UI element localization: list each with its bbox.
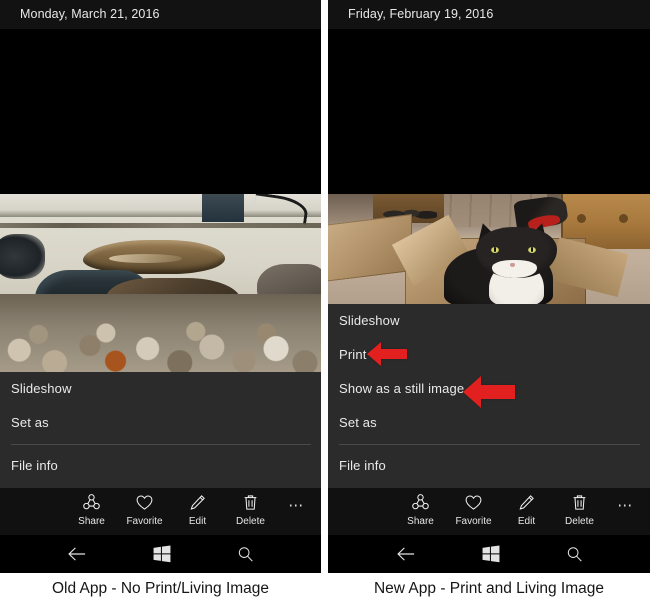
caption-new-app: New App - Print and Living Image	[328, 573, 650, 603]
share-icon	[394, 493, 447, 514]
photo-viewer-letterbox-old	[0, 29, 321, 194]
pencil-icon	[500, 493, 553, 514]
caption-strip: Old App - No Print/Living Image New App …	[0, 573, 650, 603]
favorite-button[interactable]: Favorite	[118, 488, 171, 527]
back-arrow-icon[interactable]	[66, 545, 88, 563]
system-nav-bar-new	[328, 535, 650, 573]
menu-item-slideshow[interactable]: Slideshow	[0, 372, 321, 406]
still-image-callout-arrow	[463, 375, 515, 414]
caption-old-app: Old App - No Print/Living Image	[0, 573, 321, 603]
app-header-new: Friday, February 19, 2016	[328, 0, 650, 29]
trash-icon	[553, 493, 606, 514]
photo-date-label: Monday, March 21, 2016	[20, 7, 160, 21]
heart-icon	[447, 493, 500, 514]
aquarium-artwork	[0, 194, 321, 372]
heart-icon	[118, 493, 171, 514]
favorite-label: Favorite	[118, 516, 171, 527]
print-callout-arrow	[367, 341, 407, 372]
cat-artwork	[328, 194, 650, 304]
photo-aquarium[interactable]	[0, 194, 321, 372]
more-options-button[interactable]: ⋯	[606, 488, 646, 519]
windows-logo-icon[interactable]	[482, 545, 500, 563]
delete-label: Delete	[224, 516, 277, 527]
command-bar-old: Share Favorite Edit	[0, 488, 321, 535]
menu-separator	[339, 444, 640, 445]
system-nav-bar-old	[0, 535, 321, 573]
app-header-old: Monday, March 21, 2016	[0, 0, 321, 29]
share-label: Share	[65, 516, 118, 527]
tank-rock-top	[83, 240, 224, 274]
edit-button[interactable]: Edit	[500, 488, 553, 527]
tank-shadow	[0, 234, 45, 279]
cat-eye-right	[528, 247, 536, 253]
share-button[interactable]: Share	[65, 488, 118, 527]
photo-date-label: Friday, February 19, 2016	[348, 7, 493, 21]
share-icon	[65, 493, 118, 514]
share-label: Share	[394, 516, 447, 527]
comparison-screenshot: Monday, March 21, 2016 Slideshow Set as …	[0, 0, 650, 603]
share-button[interactable]: Share	[394, 488, 447, 527]
menu-item-set-as[interactable]: Set as	[0, 406, 321, 440]
delete-button[interactable]: Delete	[553, 488, 606, 527]
favorite-label: Favorite	[447, 516, 500, 527]
menu-separator	[11, 444, 311, 445]
photo-viewer-letterbox-new	[328, 29, 650, 194]
context-menu-old: Slideshow Set as File info	[0, 372, 321, 488]
edit-label: Edit	[500, 516, 553, 527]
phone-screen-new-app: Friday, February 19, 2016	[328, 0, 650, 573]
tank-waterline	[0, 223, 321, 228]
tank-filter	[202, 194, 244, 222]
menu-item-file-info[interactable]: File info	[328, 449, 650, 483]
edit-label: Edit	[171, 516, 224, 527]
tank-gravel	[0, 294, 321, 372]
photo-cat-in-box[interactable]	[328, 194, 650, 304]
phone-screen-old-app: Monday, March 21, 2016 Slideshow Set as …	[0, 0, 321, 573]
search-icon[interactable]	[565, 545, 584, 564]
search-icon[interactable]	[236, 545, 255, 564]
menu-item-file-info[interactable]: File info	[0, 449, 321, 483]
menu-item-slideshow[interactable]: Slideshow	[328, 304, 650, 338]
panel-divider	[321, 0, 328, 573]
more-options-button[interactable]: ⋯	[277, 488, 317, 519]
trash-icon	[224, 493, 277, 514]
edit-button[interactable]: Edit	[171, 488, 224, 527]
delete-label: Delete	[553, 516, 606, 527]
back-arrow-icon[interactable]	[395, 545, 417, 563]
cat-eye-left	[491, 247, 499, 253]
command-bar-new: Share Favorite Edit	[328, 488, 650, 535]
windows-logo-icon[interactable]	[153, 545, 171, 563]
pencil-icon	[171, 493, 224, 514]
favorite-button[interactable]: Favorite	[447, 488, 500, 527]
delete-button[interactable]: Delete	[224, 488, 277, 527]
cat-muzzle	[492, 260, 537, 278]
